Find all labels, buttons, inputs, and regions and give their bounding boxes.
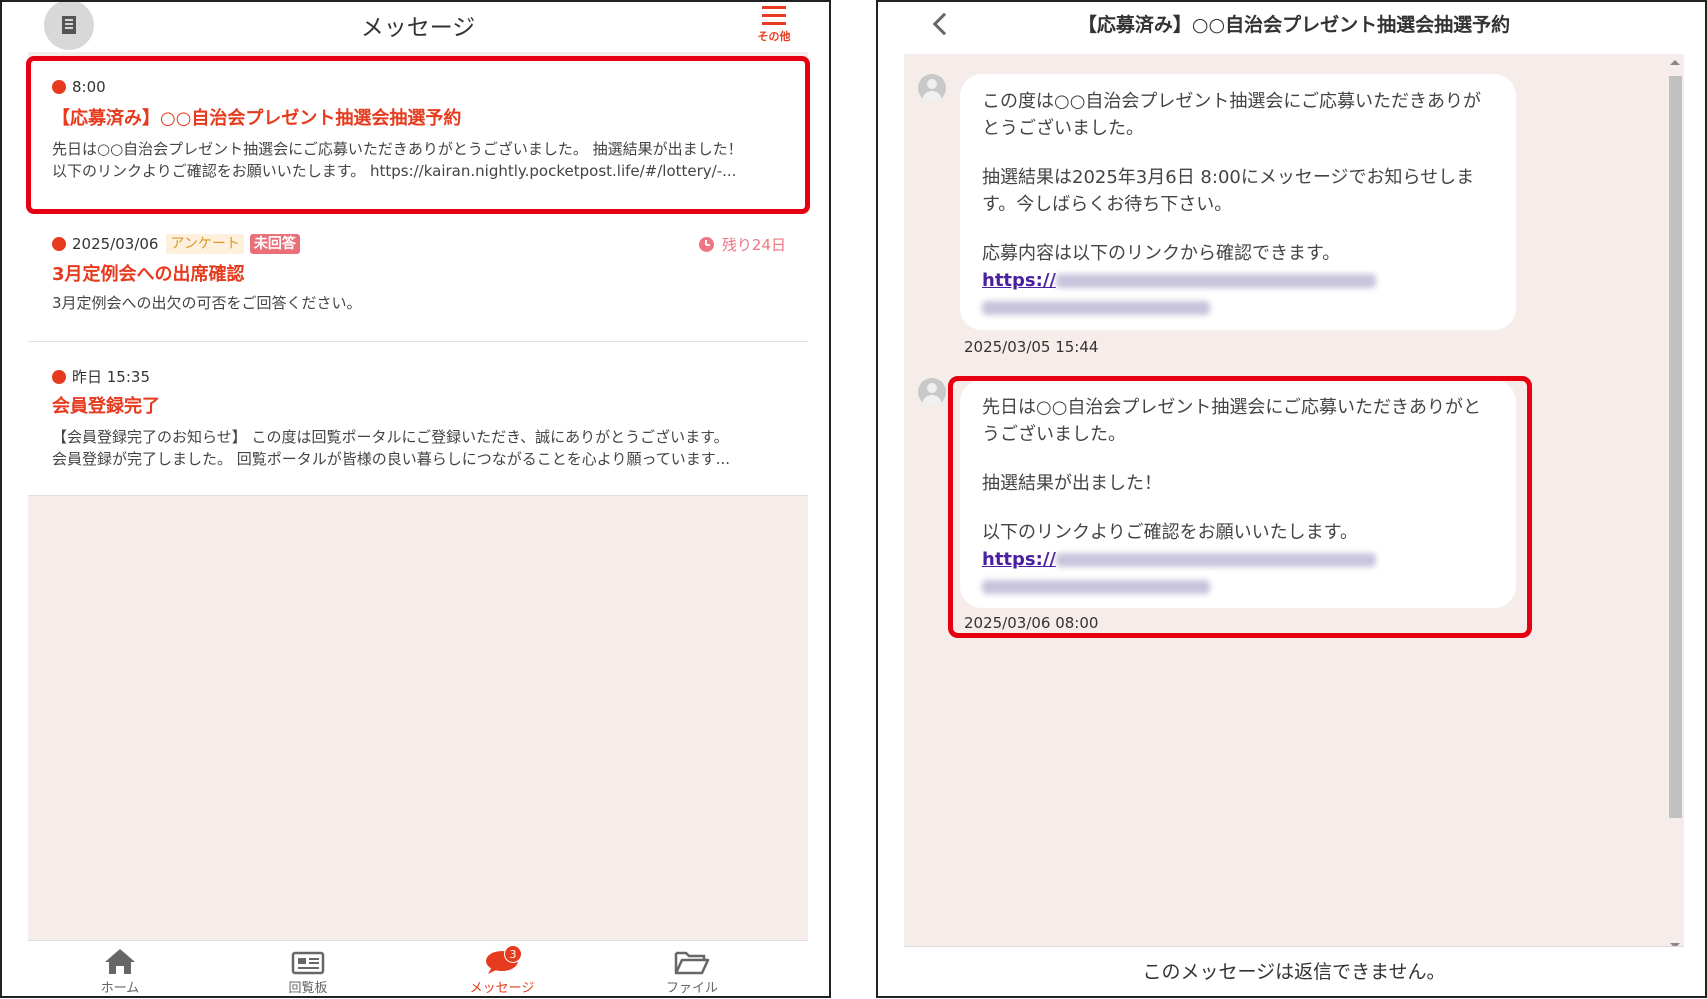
more-menu-label: その他 (757, 30, 791, 43)
link-text[interactable]: https:// (982, 270, 1056, 291)
bottom-tab-bar: ホーム 回覧板 3 メッセージ ファイル (28, 940, 808, 996)
message-item-survey[interactable]: 2025/03/06 アンケート 未回答 残り24日 3月定例会への出席確認 3… (28, 214, 808, 342)
message-paragraph: 抽選結果は2025年3月6日 8:00にメッセージでお知らせします。今しばらくお… (982, 167, 1475, 215)
tab-label: 回覧板 (288, 981, 328, 996)
highlight-annotation (948, 376, 1532, 638)
remaining-days: 残り24日 (698, 234, 786, 255)
message-item-registration[interactable]: 昨日 15:35 会員登録完了 【会員登録完了のお知らせ】 この度は回覧ポータル… (28, 342, 808, 496)
message-detail-screen: 【応募済み】○○自治会プレゼント抽選会抽選予約 この度は○○自治会プレゼント抽選… (876, 0, 1707, 998)
message-time: 昨日 15:35 (72, 368, 150, 386)
unread-count-badge: 3 (504, 945, 522, 963)
thread-header: 【応募済み】○○自治会プレゼント抽選会抽選予約 (904, 2, 1684, 54)
message-paragraph: 応募内容は以下のリンクから確認できます。 (982, 243, 1341, 264)
message-list-app: メッセージ その他 8:00 【応募済み】○○自治会プレゼント抽選会抽選予約 先… (26, 2, 810, 996)
message-preview-line: 先日は○○自治会プレゼント抽選会にご応募いただきありがとうございました。 抽選結… (52, 140, 743, 158)
message-meta: 2025/03/06 アンケート 未回答 (52, 234, 300, 254)
more-menu-button[interactable]: その他 (754, 2, 794, 48)
message-preview: 先日は○○自治会プレゼント抽選会にご応募いただきありがとうございました。 抽選結… (52, 138, 782, 182)
blurred-url (1055, 274, 1376, 288)
message-preview-line: 以下のリンクよりご確認をお願いいたします。 https://kairan.nig… (52, 162, 737, 180)
unread-dot (52, 237, 66, 251)
tab-label: ホーム (100, 981, 140, 996)
remaining-days-label: 残り24日 (721, 236, 786, 254)
message-time: 2025/03/06 (72, 235, 159, 253)
left-gutter (2, 2, 28, 996)
tab-label: メッセージ (469, 981, 535, 996)
message-preview-line: 会員登録が完了しました。 回覧ポータルが皆様の良い暮らしにつながることを心より願… (52, 450, 731, 468)
home-icon (60, 947, 180, 975)
message-title: 【応募済み】○○自治会プレゼント抽選会抽選予約 (52, 108, 462, 129)
message-list-screen: メッセージ その他 8:00 【応募済み】○○自治会プレゼント抽選会抽選予約 先… (0, 0, 831, 998)
scroll-up-arrow[interactable] (1670, 60, 1680, 65)
folder-open-icon (632, 947, 752, 975)
message-meta: 8:00 (52, 78, 106, 96)
tab-files[interactable]: ファイル (632, 947, 752, 996)
tab-circular[interactable]: 回覧板 (248, 947, 368, 996)
message-link[interactable]: https:// (982, 267, 1494, 321)
newspaper-icon (248, 947, 368, 975)
clock-icon (698, 237, 714, 252)
scroll-thumb[interactable] (1669, 76, 1682, 818)
unanswered-badge: 未回答 (249, 234, 300, 254)
no-reply-notice: このメッセージは返信できません。 (904, 946, 1684, 996)
message-time: 8:00 (72, 78, 106, 96)
chat-bubble-icon (442, 947, 562, 975)
blurred-url (982, 301, 1210, 315)
message-item-lottery[interactable]: 8:00 【応募済み】○○自治会プレゼント抽選会抽選予約 先日は○○自治会プレゼ… (26, 56, 810, 214)
message-bubble: この度は○○自治会プレゼント抽選会にご応募いただきありがとうございました。 抽選… (960, 74, 1516, 330)
hamburger-icon (762, 6, 786, 26)
message-title: 3月定例会への出席確認 (52, 264, 245, 285)
message-thread: 【応募済み】○○自治会プレゼント抽選会抽選予約 この度は○○自治会プレゼント抽選… (904, 2, 1684, 996)
message-preview-line: 3月定例会への出欠の可否をご回答ください。 (52, 294, 362, 312)
unread-dot (52, 80, 66, 94)
thread-title: 【応募済み】○○自治会プレゼント抽選会抽選予約 (1077, 14, 1511, 36)
tab-label: ファイル (665, 981, 718, 996)
unread-dot (52, 369, 66, 384)
sender-avatar (918, 74, 946, 102)
app-header: メッセージ その他 (28, 2, 808, 52)
message-timestamp: 2025/03/05 15:44 (964, 338, 1099, 356)
left-gutter (878, 2, 904, 996)
tab-messages[interactable]: 3 メッセージ (442, 945, 562, 996)
message-meta: 昨日 15:35 (52, 366, 150, 387)
message-preview: 【会員登録完了のお知らせ】 この度は回覧ポータルにご登録いただき、誠にありがとう… (52, 426, 782, 470)
tab-home[interactable]: ホーム (60, 947, 180, 996)
message-title: 会員登録完了 (52, 396, 160, 417)
sender-avatar (918, 378, 946, 406)
page-title: メッセージ (360, 15, 476, 41)
message-preview-line: 【会員登録完了のお知らせ】 この度は回覧ポータルにご登録いただき、誠にありがとう… (52, 428, 729, 446)
scrollbar[interactable] (1666, 58, 1684, 950)
message-preview: 3月定例会への出欠の可否をご回答ください。 (52, 292, 782, 314)
survey-tag: アンケート (166, 234, 244, 254)
message-paragraph: この度は○○自治会プレゼント抽選会にご応募いただきありがとうございました。 (982, 91, 1482, 139)
